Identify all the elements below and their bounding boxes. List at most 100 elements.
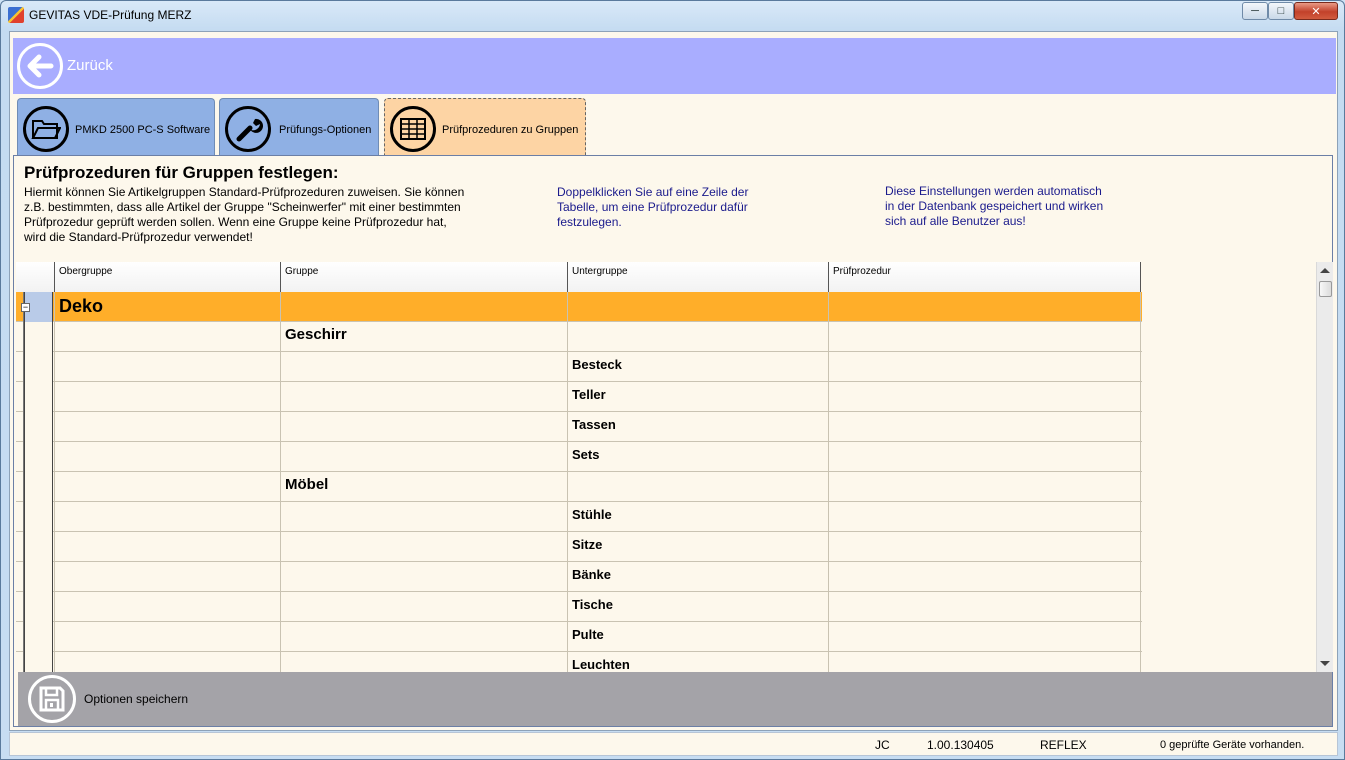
hint-line: Tabelle, um eine Prüfprozedur dafür xyxy=(557,200,748,214)
cell-obergruppe: Deko xyxy=(54,292,280,322)
tree-line xyxy=(16,322,24,352)
table-row[interactable]: Besteck xyxy=(16,352,1142,382)
page-title: Prüfprozeduren für Gruppen festlegen: xyxy=(24,163,339,182)
cell-untergruppe: Bänke xyxy=(567,562,828,592)
cell-pruefprozedur xyxy=(828,592,1141,622)
cell-untergruppe: Pulte xyxy=(567,622,828,652)
tree-line xyxy=(16,502,24,532)
column-header-untergruppe[interactable]: Untergruppe xyxy=(567,262,828,292)
scroll-thumb[interactable] xyxy=(1319,281,1332,297)
table-row[interactable]: Sets xyxy=(16,442,1142,472)
close-button[interactable]: ✕ xyxy=(1294,2,1338,20)
hint-line: festzulegen. xyxy=(557,215,622,229)
window-title: GEVITAS VDE-Prüfung MERZ xyxy=(29,8,192,22)
row-header[interactable] xyxy=(24,382,53,412)
table-row[interactable]: Stühle xyxy=(16,502,1142,532)
tree-line xyxy=(16,442,24,472)
tree-line xyxy=(16,532,24,562)
info-line: in der Datenbank gespeichert und wirken xyxy=(885,199,1104,213)
group-procedure-grid[interactable]: Obergruppe Gruppe Untergruppe Prüfprozed… xyxy=(16,262,1316,672)
cell-gruppe: Geschirr xyxy=(280,322,567,352)
tree-line xyxy=(16,592,24,622)
column-header-gruppe[interactable]: Gruppe xyxy=(280,262,567,292)
cell-obergruppe xyxy=(54,472,280,502)
tree-line xyxy=(16,652,24,672)
cell-untergruppe xyxy=(567,322,828,352)
info-text: Diese Einstellungen werden automatisch i… xyxy=(885,184,1125,229)
floppy-disk-icon xyxy=(39,686,65,712)
column-header-pruefprozedur[interactable]: Prüfprozedur xyxy=(828,262,1141,292)
collapse-icon[interactable]: − xyxy=(21,303,30,312)
tab-software[interactable]: PMKD 2500 PC-S Software xyxy=(17,98,215,156)
row-header[interactable] xyxy=(24,652,53,672)
arrow-left-icon xyxy=(27,54,54,78)
save-button[interactable] xyxy=(28,675,76,723)
table-row[interactable]: Leuchten xyxy=(16,652,1142,672)
table-row[interactable]: − Deko xyxy=(16,292,1142,322)
table-row[interactable]: Teller xyxy=(16,382,1142,412)
maximize-button[interactable]: □ xyxy=(1268,2,1294,20)
row-header[interactable] xyxy=(24,622,53,652)
column-header-obergruppe[interactable]: Obergruppe xyxy=(54,262,280,292)
row-header[interactable] xyxy=(24,472,53,502)
maximize-icon: □ xyxy=(1277,5,1285,17)
cell-obergruppe xyxy=(54,412,280,442)
table-row[interactable]: Tische xyxy=(16,592,1142,622)
back-label[interactable]: Zurück xyxy=(67,57,113,74)
cell-obergruppe xyxy=(54,622,280,652)
row-header[interactable] xyxy=(24,562,53,592)
cell-gruppe xyxy=(280,502,567,532)
description-line: wird die Standard-Prüfprozedur verwendet… xyxy=(24,230,253,244)
info-line: Diese Einstellungen werden automatisch xyxy=(885,184,1102,198)
cell-pruefprozedur xyxy=(828,532,1141,562)
table-row[interactable]: Geschirr xyxy=(16,322,1142,352)
table-row[interactable]: Bänke xyxy=(16,562,1142,592)
table-row[interactable]: Möbel xyxy=(16,472,1142,502)
table-row[interactable]: Sitze xyxy=(16,532,1142,562)
cell-gruppe xyxy=(280,382,567,412)
cell-untergruppe xyxy=(567,472,828,502)
save-options-label[interactable]: Optionen speichern xyxy=(84,692,188,706)
grid-scrollbar[interactable] xyxy=(1316,262,1333,672)
cell-gruppe xyxy=(280,592,567,622)
row-header[interactable] xyxy=(24,502,53,532)
table-row[interactable]: Pulte xyxy=(16,622,1142,652)
row-header[interactable] xyxy=(24,322,53,352)
scroll-up-icon[interactable] xyxy=(1320,268,1330,273)
description-line: Prüfprozedur geprüft werden sollen. Wenn… xyxy=(24,215,447,229)
grid-header: Obergruppe Gruppe Untergruppe Prüfprozed… xyxy=(16,262,1141,292)
app-window: GEVITAS VDE-Prüfung MERZ ─ □ ✕ Zurück PM… xyxy=(0,0,1345,760)
close-icon: ✕ xyxy=(1311,5,1321,18)
cell-obergruppe xyxy=(54,322,280,352)
tab-pruefprozeduren-gruppen[interactable]: Prüfprozeduren zu Gruppen xyxy=(384,98,586,156)
cell-pruefprozedur xyxy=(828,322,1141,352)
tree-line xyxy=(16,472,24,502)
tab-software-label: PMKD 2500 PC-S Software xyxy=(75,124,211,136)
cell-pruefprozedur xyxy=(828,442,1141,472)
cell-gruppe xyxy=(280,652,567,672)
row-header[interactable] xyxy=(24,412,53,442)
row-header[interactable] xyxy=(24,352,53,382)
cell-gruppe xyxy=(280,532,567,562)
tab-content-panel: Prüfprozeduren für Gruppen festlegen: Hi… xyxy=(13,155,1333,727)
row-header[interactable] xyxy=(24,532,53,562)
minimize-button[interactable]: ─ xyxy=(1242,2,1268,20)
cell-gruppe xyxy=(280,352,567,382)
tab-pruefungs-optionen[interactable]: Prüfungs-Optionen xyxy=(219,98,379,156)
scroll-down-icon[interactable] xyxy=(1320,661,1330,666)
cell-gruppe xyxy=(280,622,567,652)
description-text: Hiermit können Sie Artikelgruppen Standa… xyxy=(24,185,524,245)
tree-line xyxy=(16,562,24,592)
cell-pruefprozedur xyxy=(828,652,1141,672)
cell-untergruppe: Stühle xyxy=(567,502,828,532)
row-header[interactable] xyxy=(24,442,53,472)
table-row[interactable]: Tassen xyxy=(16,412,1142,442)
description-line: z.B. bestimmten, dass alle Artikel der G… xyxy=(24,200,461,214)
cell-obergruppe xyxy=(54,442,280,472)
back-button[interactable] xyxy=(17,43,63,89)
cell-pruefprozedur xyxy=(828,352,1141,382)
row-header[interactable] xyxy=(24,592,53,622)
cell-obergruppe xyxy=(54,352,280,382)
client-area: Zurück PMKD 2500 PC-S Software Prüfungs-… xyxy=(9,31,1338,731)
save-options-bar: Optionen speichern xyxy=(18,672,1332,726)
